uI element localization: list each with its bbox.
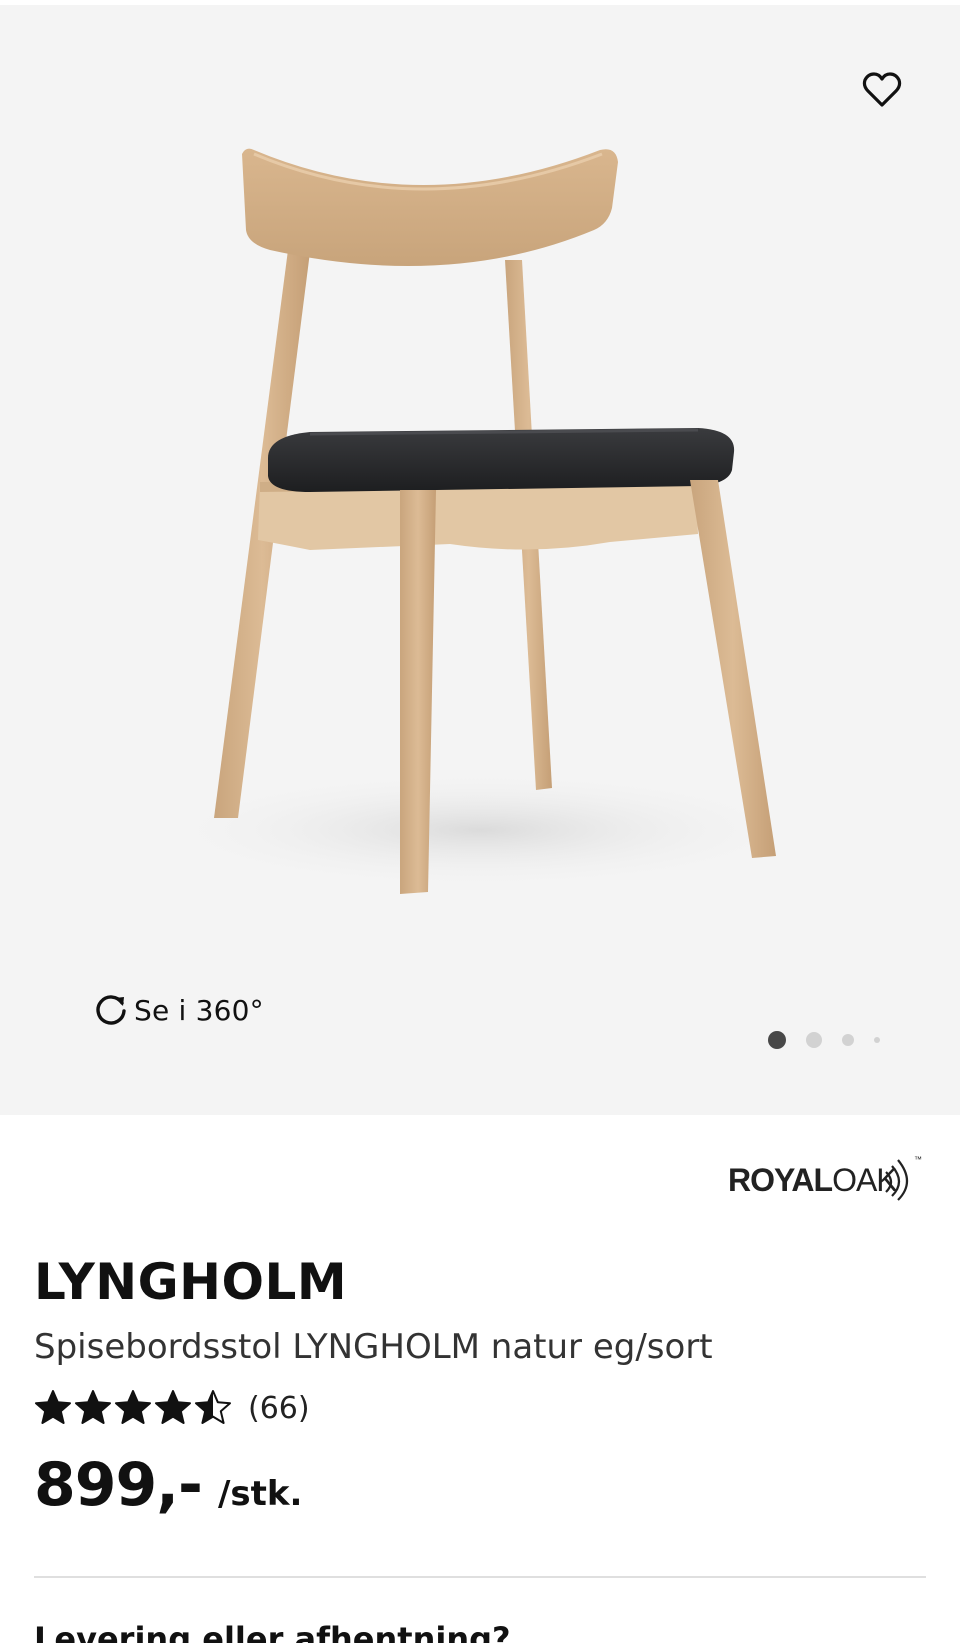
brand-logo-royal: ROYAL xyxy=(728,1161,833,1198)
star-full-icon xyxy=(35,1390,71,1424)
product-rating[interactable]: (66) xyxy=(34,1386,310,1430)
rotate-icon xyxy=(92,991,130,1029)
delivery-heading[interactable]: Levering eller afhentning? xyxy=(34,1620,511,1643)
product-image[interactable] xyxy=(150,140,830,960)
rating-count: (66) xyxy=(248,1390,310,1426)
pagination-dot[interactable] xyxy=(874,1037,880,1043)
brand-logo[interactable]: ROYAL OAK ™ xyxy=(728,1150,928,1210)
pagination-dot[interactable] xyxy=(806,1032,822,1048)
heart-outline-icon xyxy=(862,72,902,107)
product-title: LYNGHOLM xyxy=(34,1253,348,1311)
price-value: 899,- xyxy=(34,1450,203,1520)
gallery-pagination[interactable] xyxy=(768,1029,880,1051)
star-full-icon xyxy=(75,1390,111,1424)
gallery-top-edge xyxy=(0,0,960,5)
star-full-icon xyxy=(155,1390,191,1424)
product-description: Spisebordsstol LYNGHOLM natur eg/sort xyxy=(34,1327,713,1367)
star-full-icon xyxy=(115,1390,151,1424)
pagination-dot-active[interactable] xyxy=(768,1031,786,1049)
rating-stars xyxy=(34,1389,234,1427)
price-unit: /stk. xyxy=(217,1474,303,1514)
star-half-icon xyxy=(195,1390,231,1424)
brand-trademark: ™ xyxy=(914,1155,922,1164)
brand-logo-mark: ™ xyxy=(885,1155,922,1201)
section-divider xyxy=(34,1576,926,1578)
favorite-button[interactable] xyxy=(856,64,908,116)
product-page: Se i 360° ROYAL OAK ™ LYNGHOLM Spisebords… xyxy=(0,0,960,1643)
pagination-dot[interactable] xyxy=(842,1034,854,1046)
product-gallery[interactable]: Se i 360° xyxy=(0,0,960,1115)
view-360-label: Se i 360° xyxy=(134,993,264,1027)
view-360-button[interactable]: Se i 360° xyxy=(92,990,264,1030)
product-price: 899,- /stk. xyxy=(34,1450,302,1520)
